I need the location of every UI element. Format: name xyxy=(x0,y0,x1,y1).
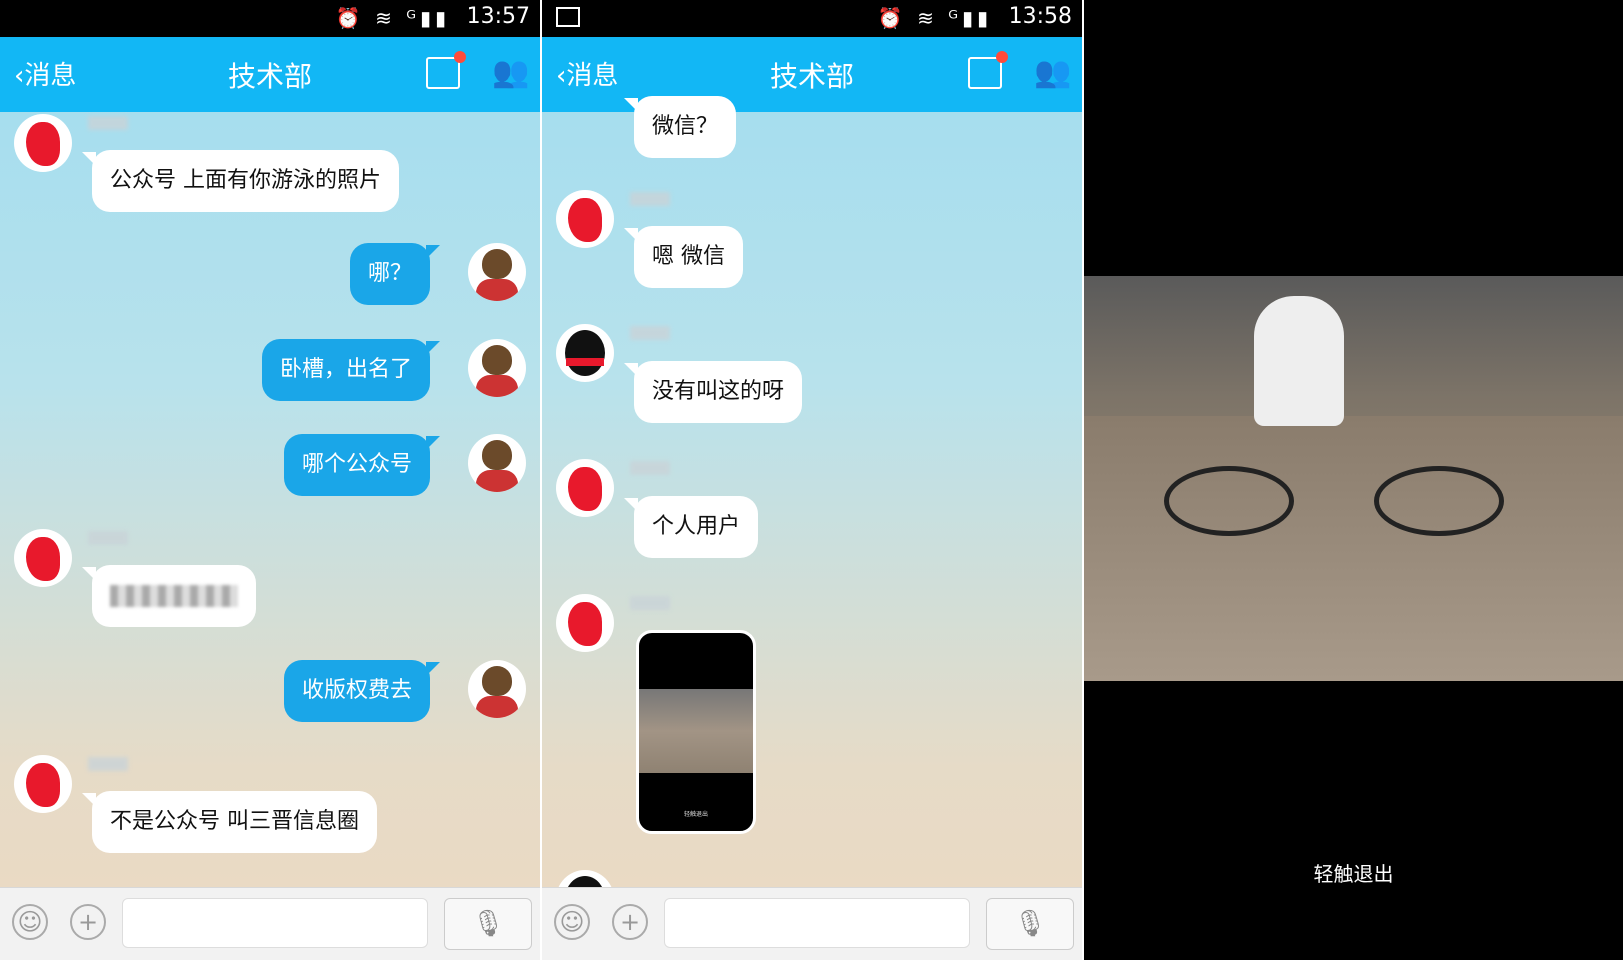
video-scene-wheel xyxy=(1164,466,1294,536)
video-frame xyxy=(639,689,753,773)
sender-name xyxy=(630,461,670,475)
group-icon[interactable]: 👥 xyxy=(1034,57,1071,89)
sender-name xyxy=(88,116,128,130)
avatar[interactable] xyxy=(14,755,72,813)
voice-button[interactable]: 🎙 xyxy=(986,898,1074,950)
status-bar: ⏰ ≋ ᴳ▮▮ 13:57 xyxy=(0,0,540,37)
message-input[interactable] xyxy=(664,898,970,948)
message-bubble[interactable]: 卧槽，出名了 xyxy=(261,339,441,401)
message-bubble[interactable] xyxy=(82,565,256,627)
emoji-icon[interactable]: ☺ xyxy=(554,904,590,940)
status-time: 13:58 xyxy=(1008,4,1072,29)
sender-name xyxy=(88,757,128,771)
avatar[interactable] xyxy=(556,594,614,652)
message-bubble[interactable]: 微信？ xyxy=(623,96,737,158)
message-bubble[interactable]: 收版权费去 xyxy=(283,660,441,722)
message-bubble[interactable]: 哪个公众号 xyxy=(283,434,441,496)
status-icons: ⏰ ≋ ᴳ▮▮ xyxy=(335,6,450,30)
sender-name xyxy=(630,326,670,340)
tap-to-exit-label[interactable]: 轻触退出 xyxy=(1084,858,1623,887)
gallery-icon xyxy=(556,7,580,27)
avatar[interactable] xyxy=(468,243,526,301)
message-bubble[interactable]: 个人用户 xyxy=(623,496,759,558)
blurred-text xyxy=(110,585,238,607)
title-bar: ‹消息 技术部 👥 xyxy=(0,37,540,112)
voice-button[interactable]: 🎙 xyxy=(444,898,532,950)
sender-name xyxy=(630,192,670,206)
avatar[interactable] xyxy=(468,339,526,397)
avatar[interactable] xyxy=(556,459,614,517)
avatar[interactable] xyxy=(556,190,614,248)
input-bar: ☺ + 🎙 xyxy=(542,887,1082,960)
avatar[interactable] xyxy=(468,660,526,718)
video-thumbnail[interactable]: 轻触退出 xyxy=(636,630,756,834)
video-scene-water xyxy=(1084,416,1623,681)
thumbnail-caption: 轻触退出 xyxy=(683,811,708,818)
notification-dot xyxy=(996,51,1008,63)
microphone-icon: 🎙 xyxy=(1013,909,1047,939)
status-time: 13:57 xyxy=(466,4,530,29)
message-bubble[interactable]: 哪？ xyxy=(349,243,441,305)
message-bubble[interactable]: 没有叫这的呀 xyxy=(623,361,803,423)
video-viewer[interactable]: 轻触退出 xyxy=(1084,0,1623,960)
emoji-icon[interactable]: ☺ xyxy=(12,904,48,940)
microphone-icon: 🎙 xyxy=(471,909,505,939)
chat-screen-1: ⏰ ≋ ᴳ▮▮ 13:57 ‹消息 技术部 👥 公众号 上面有你游泳的照片 哪？… xyxy=(0,0,540,960)
status-icons: ⏰ ≋ ᴳ▮▮ xyxy=(877,6,992,30)
video-scene-rider xyxy=(1254,296,1344,426)
group-icon[interactable]: 👥 xyxy=(492,57,529,89)
message-input[interactable] xyxy=(122,898,428,948)
plus-icon[interactable]: + xyxy=(612,904,648,940)
avatar[interactable] xyxy=(14,529,72,587)
sender-name xyxy=(88,531,128,545)
notes-icon[interactable] xyxy=(426,51,466,89)
message-bubble[interactable]: 公众号 上面有你游泳的照片 xyxy=(82,150,399,212)
plus-icon[interactable]: + xyxy=(70,904,106,940)
avatar[interactable] xyxy=(556,324,614,382)
input-bar: ☺ + 🎙 xyxy=(0,887,540,960)
avatar[interactable] xyxy=(468,434,526,492)
title-bar: ‹消息 技术部 👥 xyxy=(542,37,1082,112)
status-bar: ⏰ ≋ ᴳ▮▮ 13:58 xyxy=(542,0,1082,37)
message-bubble[interactable]: 不是公众号 叫三晋信息圈 xyxy=(82,791,377,853)
avatar[interactable] xyxy=(14,114,72,172)
message-bubble[interactable]: 嗯 微信 xyxy=(624,226,743,288)
notification-dot xyxy=(454,51,466,63)
video-scene-wheel xyxy=(1374,466,1504,536)
notes-icon[interactable] xyxy=(968,51,1008,89)
sender-name xyxy=(630,596,670,610)
chat-screen-2: ⏰ ≋ ᴳ▮▮ 13:58 ‹消息 技术部 👥 微信？ 嗯 微信 没有叫这的呀 … xyxy=(542,0,1082,960)
video-player[interactable] xyxy=(1084,276,1623,681)
